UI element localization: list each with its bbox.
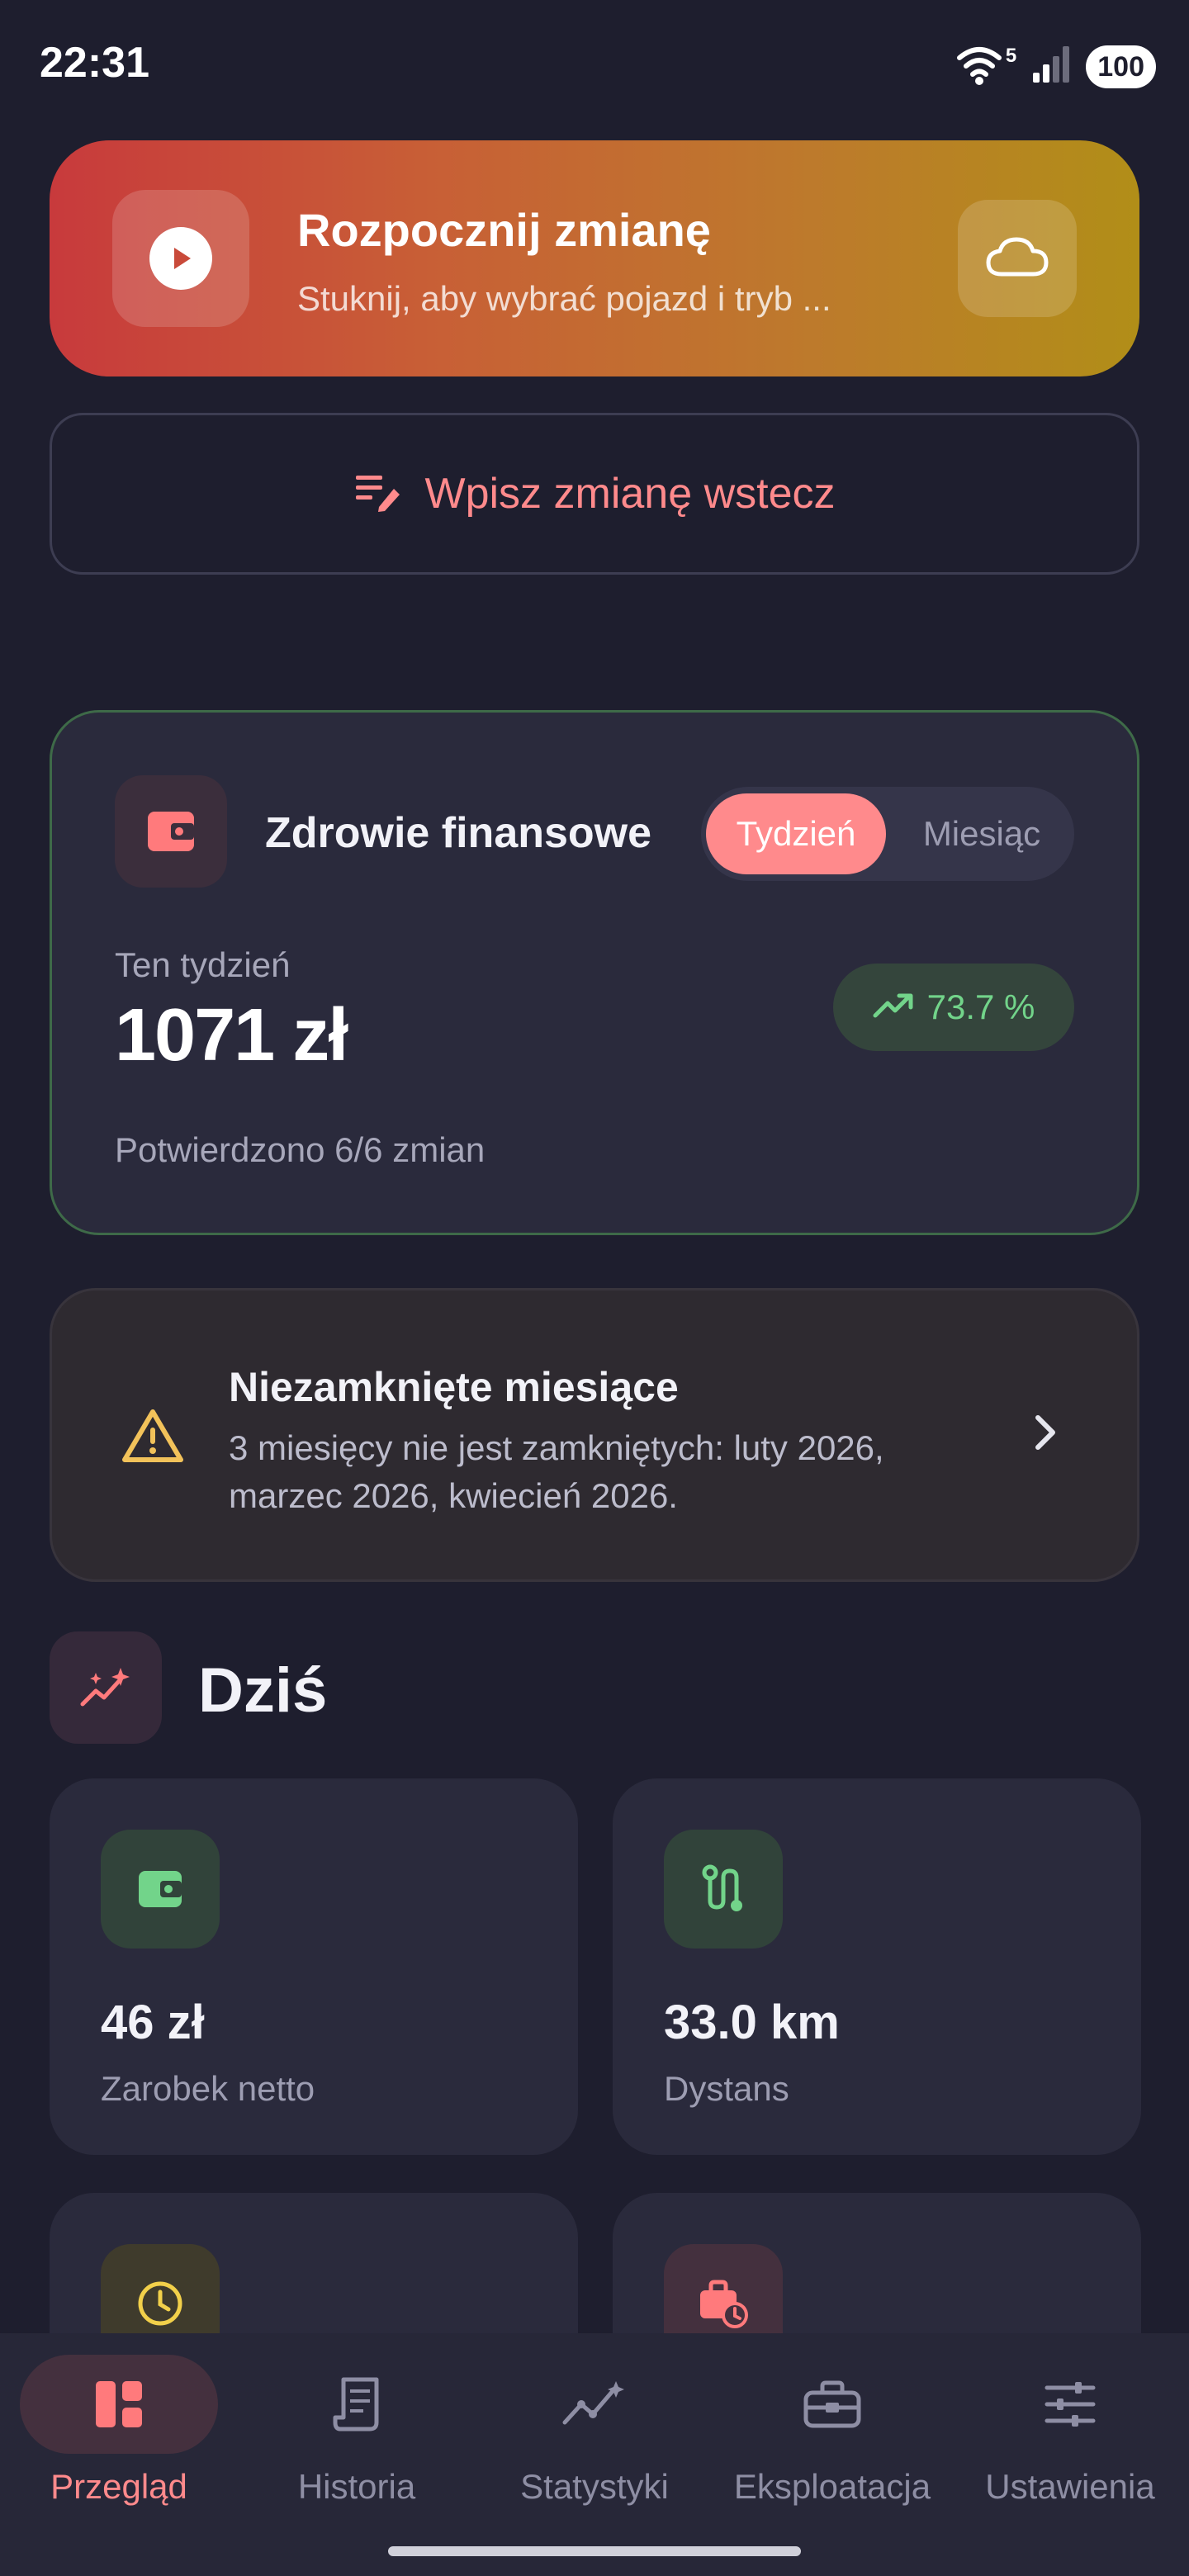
trend-badge: 73.7 % [833,964,1074,1051]
tile-value: 33.0 km [664,1996,840,2049]
confirmed-shifts: Potwierdzono 6/6 zmian [115,1130,486,1169]
wallet-icon [115,775,227,888]
warning-body: 3 miesięcy nie jest zamkniętych: luty 20… [229,1428,884,1515]
period-toggle: Tydzień Miesiąc [701,787,1074,881]
sparkle-chart-icon [50,1631,162,1744]
nav-label: Eksploatacja [733,2467,931,2506]
warning-icon [121,1408,184,1468]
retro-shift-label: Wpisz zmianę wstecz [424,470,836,518]
home-indicator[interactable] [388,2546,801,2556]
status-bar: 22:31 5 100 [0,0,1189,132]
wifi-badge: 5 [1005,44,1017,67]
nav-settings[interactable]: Ustawienia [951,2333,1189,2548]
play-icon [149,227,212,290]
financial-health-card: Zdrowie finansowe Tydzień Miesiąc Ten ty… [50,710,1139,1235]
nav-history[interactable]: Historia [238,2333,476,2548]
tile-label: Zarobek netto [101,2069,315,2108]
status-icons: 5 100 [955,43,1156,90]
start-shift-subtitle: Stuknij, aby wybrać pojazd i tryb ... [297,279,831,318]
bottom-navigation: Przegląd Historia Statystyki Eksploatacj… [0,2333,1189,2576]
distance-tile[interactable]: 33.0 km Dystans [613,1778,1141,2155]
chevron-right-icon [1033,1413,1058,1456]
tile-value: 46 zł [101,1996,205,2049]
retro-shift-button[interactable]: Wpisz zmianę wstecz [50,413,1139,575]
nav-label: Przegląd [50,2467,187,2506]
trending-up-icon [873,987,914,1027]
nav-overview[interactable]: Przegląd [0,2333,238,2548]
start-shift-title: Rozpocznij zmianę [297,204,711,256]
cloud-icon [985,234,1049,283]
nav-operations[interactable]: Eksploatacja [713,2333,951,2548]
toolbox-icon [733,2355,931,2454]
period-label: Ten tydzień [115,945,291,984]
edit-note-icon [354,471,402,518]
stats-icon [495,2355,694,2454]
status-time: 22:31 [40,39,149,87]
wifi-icon [955,43,1012,90]
nav-label: Historia [297,2467,416,2506]
toggle-week[interactable]: Tydzień [706,793,886,874]
nav-label: Ustawienia [985,2467,1155,2506]
trend-value: 73.7 % [926,987,1035,1026]
receipt-icon [258,2355,456,2454]
weekly-amount: 1071 zł [115,994,348,1077]
tune-icon [971,2355,1169,2454]
net-earnings-tile[interactable]: 46 zł Zarobek netto [50,1778,578,2155]
toggle-month[interactable]: Miesiąc [894,793,1069,874]
signal-icon [1031,45,1071,88]
play-button[interactable] [112,190,249,327]
nav-statistics[interactable]: Statystyki [476,2333,713,2548]
route-icon [664,1830,783,1949]
today-title: Dziś [198,1655,328,1726]
battery-indicator: 100 [1086,45,1156,88]
nav-label: Statystyki [520,2467,669,2506]
dashboard-icon [20,2355,218,2454]
financial-health-title: Zdrowie finansowe [265,809,652,857]
start-shift-banner[interactable]: Rozpocznij zmianę Stuknij, aby wybrać po… [50,140,1139,376]
cloud-sync-button[interactable] [958,200,1077,317]
tile-label: Dystans [664,2069,789,2108]
warning-title: Niezamknięte miesiące [229,1364,679,1410]
wallet-icon [101,1830,220,1949]
unclosed-months-card[interactable]: Niezamknięte miesiące 3 miesięcy nie jes… [50,1288,1139,1582]
